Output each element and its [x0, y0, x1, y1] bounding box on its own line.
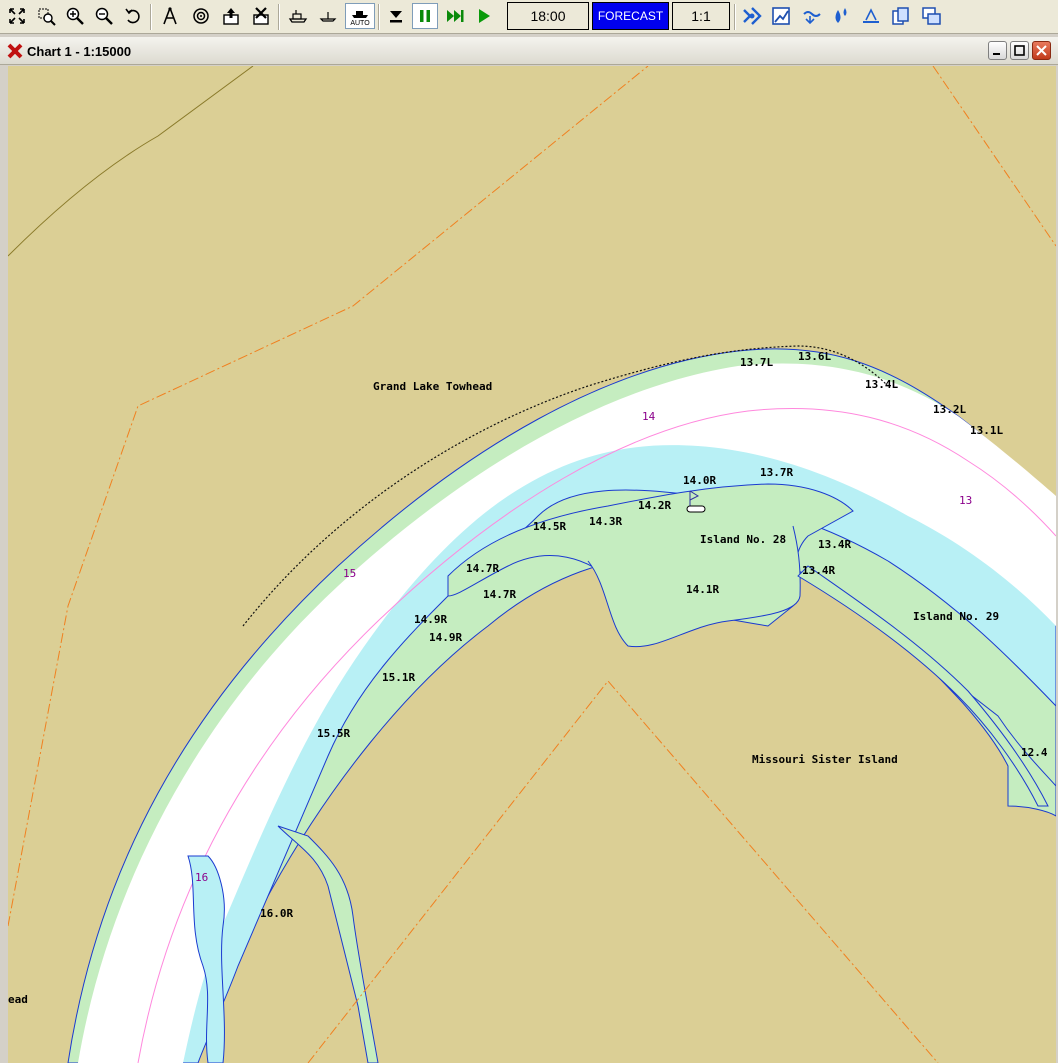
label-missouri-sister-island: Missouri Sister Island	[752, 753, 898, 766]
mile-marker-14: 14	[642, 410, 656, 423]
copy-pages-icon	[892, 7, 909, 25]
undo-zoom-button[interactable]	[120, 3, 146, 29]
light-label: 13.7R	[760, 466, 793, 479]
chart-canvas[interactable]: Grand Lake Towhead Island No. 28 Island …	[8, 66, 1056, 1063]
auto-label: AUTO	[350, 20, 370, 27]
light-label: 14.9R	[414, 613, 447, 626]
target-button[interactable]	[188, 3, 214, 29]
fit-chart-button[interactable]	[4, 3, 30, 29]
current-button[interactable]	[798, 3, 824, 29]
precipitation-button[interactable]	[828, 3, 854, 29]
light-label: 14.0R	[683, 474, 716, 487]
zoom-window-button[interactable]	[33, 3, 59, 29]
light-label: 14.1R	[686, 583, 719, 596]
weather-pattern-icon	[743, 7, 762, 25]
time-display[interactable]: 18:00	[507, 2, 589, 30]
boat-icon	[319, 12, 337, 22]
measure-tool-button[interactable]	[157, 3, 183, 29]
undo-icon	[125, 8, 140, 24]
depth-icon	[863, 8, 879, 23]
fast-forward-button[interactable]	[442, 3, 468, 29]
export-icon	[223, 8, 239, 25]
export-button[interactable]	[218, 3, 244, 29]
mile-marker-16: 16	[195, 871, 208, 884]
auto-track-button[interactable]: AUTO	[345, 3, 375, 29]
zoom-window-icon	[38, 8, 56, 26]
chart-window-title: Chart 1 - 1:15000	[27, 44, 132, 59]
scale-display[interactable]: 1:1	[672, 2, 730, 30]
maximize-icon	[1014, 45, 1025, 56]
app-icon	[7, 43, 23, 59]
main-toolbar: AUTO 18:00 FORECAST 1:1	[0, 0, 1058, 34]
light-label: 14.3R	[589, 515, 622, 528]
zoom-out-button[interactable]	[91, 3, 117, 29]
fast-forward-icon	[447, 10, 464, 22]
windows-icon	[922, 7, 941, 25]
depth-button[interactable]	[858, 3, 884, 29]
label-island-no-28: Island No. 28	[700, 533, 786, 546]
close-icon	[1036, 45, 1047, 56]
graph-button[interactable]	[768, 3, 794, 29]
light-label: 13.4R	[802, 564, 835, 577]
light-label: 13.4R	[818, 538, 851, 551]
stop-button[interactable]	[383, 3, 409, 29]
label-grand-lake-towhead: Grand Lake Towhead	[373, 380, 492, 393]
mile-marker-13: 13	[959, 494, 972, 507]
light-label: 15.1R	[382, 671, 415, 684]
close-button[interactable]	[1032, 41, 1051, 60]
light-label: 14.2R	[638, 499, 671, 512]
weather-button[interactable]	[739, 3, 765, 29]
label-towhead-partial: ead	[8, 993, 28, 1006]
chart-window: Chart 1 - 1:15000 Grand Lake Towhead Isl…	[0, 37, 1058, 1063]
pause-icon	[420, 10, 430, 22]
stop-icon	[390, 11, 402, 23]
forecast-button[interactable]: FORECAST	[592, 2, 669, 30]
light-label: 16.0R	[260, 907, 293, 920]
delete-object-button[interactable]	[248, 3, 274, 29]
chart-window-titlebar[interactable]: Chart 1 - 1:15000	[0, 37, 1058, 65]
fit-arrows-icon	[9, 8, 25, 24]
light-label: 14.9R	[429, 631, 462, 644]
zoom-out-icon	[95, 7, 113, 25]
copy-button[interactable]	[888, 3, 914, 29]
zoom-in-icon	[66, 7, 84, 25]
vessel-button[interactable]	[285, 3, 311, 29]
light-label: 12.4	[1021, 746, 1048, 759]
small-vessel-button[interactable]	[315, 3, 341, 29]
graph-icon	[772, 7, 790, 25]
mile-marker-15: 15	[343, 567, 356, 580]
play-button[interactable]	[471, 3, 497, 29]
zoom-in-button[interactable]	[62, 3, 88, 29]
pause-button[interactable]	[412, 3, 438, 29]
light-label: 13.2L	[933, 403, 966, 416]
minimize-button[interactable]	[988, 41, 1007, 60]
light-label: 14.5R	[533, 520, 566, 533]
light-label: 13.4L	[865, 378, 898, 391]
water-drop-icon	[835, 8, 847, 23]
target-icon	[193, 8, 209, 24]
compass-divider-icon	[163, 7, 177, 25]
windows-button[interactable]	[918, 3, 944, 29]
delete-object-icon	[253, 7, 269, 25]
light-label: 13.7L	[740, 356, 773, 369]
minimize-icon	[993, 53, 1000, 55]
ship-icon	[288, 10, 308, 23]
light-label: 13.1L	[970, 424, 1003, 437]
play-icon	[479, 9, 490, 23]
light-label: 14.7R	[483, 588, 516, 601]
light-label: 13.6L	[798, 350, 831, 363]
light-label: 15.5R	[317, 727, 350, 740]
nautical-chart-view[interactable]: Grand Lake Towhead Island No. 28 Island …	[8, 66, 1056, 1063]
maximize-button[interactable]	[1010, 41, 1029, 60]
light-label: 14.7R	[466, 562, 499, 575]
label-island-no-29: Island No. 29	[913, 610, 999, 623]
current-icon	[803, 11, 821, 25]
